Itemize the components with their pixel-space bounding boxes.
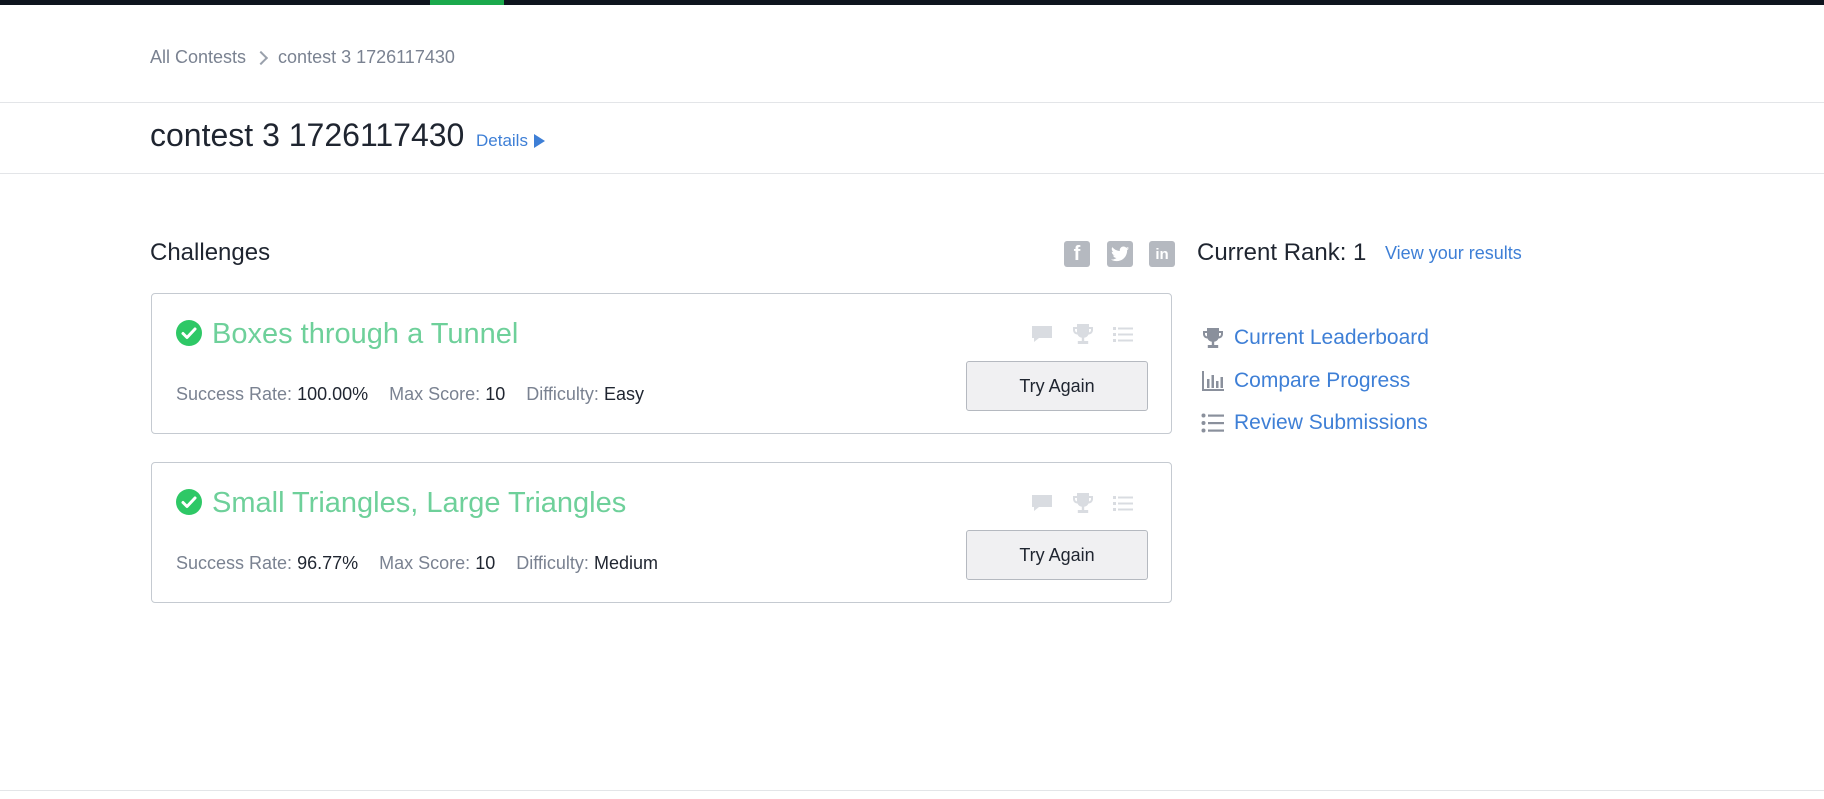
max-score-value: 10 bbox=[475, 553, 496, 573]
success-rate-value: 96.77% bbox=[297, 553, 359, 573]
challenge-title[interactable]: Small Triangles, Large Triangles bbox=[212, 487, 626, 520]
facebook-icon[interactable]: f bbox=[1064, 241, 1090, 267]
discussion-icon[interactable] bbox=[1030, 322, 1054, 346]
success-rate-label: Success Rate: bbox=[176, 553, 293, 573]
challenge-card: Boxes through a Tunnel Success Rate: 100… bbox=[151, 293, 1172, 434]
challenge-meta: Success Rate: 96.77% Max Score: 10 Diffi… bbox=[176, 553, 674, 574]
current-leaderboard-link[interactable]: Current Leaderboard bbox=[1200, 325, 1429, 351]
footer-divider bbox=[0, 790, 1824, 791]
page-title: contest 3 1726117430 bbox=[150, 117, 465, 153]
view-results-link[interactable]: View your results bbox=[1385, 243, 1522, 264]
breadcrumb-all-contests[interactable]: All Contests bbox=[150, 47, 246, 68]
list-icon[interactable] bbox=[1111, 322, 1135, 346]
compare-progress-link[interactable]: Compare Progress bbox=[1200, 368, 1410, 394]
difficulty-value: Easy bbox=[603, 384, 644, 404]
challenges-heading: Challenges bbox=[150, 239, 271, 266]
bar-chart-icon bbox=[1200, 368, 1226, 394]
play-triangle-icon bbox=[533, 134, 545, 148]
current-rank: Current Rank: 1 bbox=[1197, 239, 1367, 266]
try-again-button[interactable]: Try Again bbox=[966, 530, 1148, 580]
success-rate-label: Success Rate: bbox=[176, 384, 293, 404]
max-score-label: Max Score: bbox=[379, 553, 471, 573]
discussion-icon[interactable] bbox=[1030, 491, 1054, 515]
review-submissions-link[interactable]: Review Submissions bbox=[1200, 410, 1428, 436]
details-link[interactable]: Details bbox=[476, 131, 545, 151]
challenge-card: Small Triangles, Large Triangles Success… bbox=[151, 462, 1172, 603]
check-circle-icon bbox=[176, 489, 202, 515]
list-icon bbox=[1200, 410, 1226, 436]
title-bar: contest 3 1726117430 Details bbox=[0, 103, 1824, 174]
list-icon[interactable] bbox=[1111, 491, 1135, 515]
trophy-icon[interactable] bbox=[1071, 322, 1095, 346]
compare-progress-label: Compare Progress bbox=[1234, 369, 1411, 392]
difficulty-label: Difficulty: bbox=[516, 553, 589, 573]
breadcrumb-bar: All Contests contest 3 1726117430 bbox=[0, 5, 1824, 103]
breadcrumb-current[interactable]: contest 3 1726117430 bbox=[278, 47, 455, 68]
twitter-icon[interactable] bbox=[1107, 241, 1133, 267]
chevron-right-icon bbox=[253, 50, 269, 65]
check-circle-icon bbox=[176, 320, 202, 346]
trophy-icon bbox=[1200, 325, 1226, 351]
linkedin-icon[interactable]: in bbox=[1149, 241, 1175, 267]
trophy-icon[interactable] bbox=[1071, 491, 1095, 515]
breadcrumb: All Contests contest 3 1726117430 bbox=[150, 47, 455, 68]
max-score-value: 10 bbox=[485, 384, 506, 404]
details-link-label: Details bbox=[476, 131, 528, 150]
current-leaderboard-label: Current Leaderboard bbox=[1234, 326, 1429, 349]
facebook-glyph: f bbox=[1073, 242, 1081, 265]
linkedin-glyph: in bbox=[1155, 245, 1169, 263]
difficulty-label: Difficulty: bbox=[526, 384, 599, 404]
difficulty-value: Medium bbox=[593, 553, 658, 573]
review-submissions-label: Review Submissions bbox=[1234, 411, 1428, 434]
challenge-title[interactable]: Boxes through a Tunnel bbox=[212, 318, 518, 351]
max-score-label: Max Score: bbox=[389, 384, 481, 404]
try-again-button[interactable]: Try Again bbox=[966, 361, 1148, 411]
challenge-meta: Success Rate: 100.00% Max Score: 10 Diff… bbox=[176, 384, 660, 405]
success-rate-value: 100.00% bbox=[297, 384, 369, 404]
